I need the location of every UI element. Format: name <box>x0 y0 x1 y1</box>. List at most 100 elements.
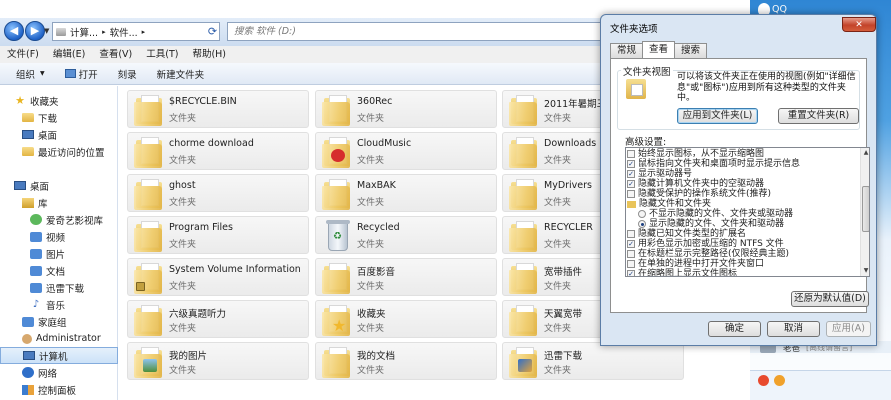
path-part[interactable]: ▸ <box>142 28 146 36</box>
nav-music[interactable]: ♪ 音乐 <box>0 296 118 313</box>
menu-file[interactable]: 文件(F) <box>0 46 46 63</box>
setting-row[interactable]: ✓ 鼠标指向文件夹和桌面项时显示提示信息 <box>627 159 800 169</box>
nav-recent-places[interactable]: 最近访问的位置 <box>0 143 118 160</box>
folder-icon <box>509 94 539 126</box>
search-input[interactable]: 搜索 软件 (D:) <box>227 22 602 41</box>
path-part[interactable]: 计算... <box>70 25 98 39</box>
file-tile[interactable]: Program Files 文件夹 <box>127 216 309 254</box>
qq-status-icon[interactable] <box>758 375 769 386</box>
file-tile[interactable]: 百度影音 文件夹 <box>315 258 497 296</box>
nav-desktop-favorite[interactable]: 桌面 <box>0 126 118 143</box>
setting-row[interactable]: 显示隐藏的文件、文件夹和驱动器 <box>638 219 784 229</box>
refresh-icon[interactable]: ⟳ <box>205 23 220 40</box>
address-field[interactable]: 计算... ▸ 软件... ▸ <box>52 22 220 41</box>
path-part[interactable]: 软件... <box>110 25 138 39</box>
advanced-settings-list[interactable]: 始终显示图标，从不显示缩略图 ✓ 鼠标指向文件夹和桌面项时显示提示信息 ✓ 显示… <box>625 147 870 277</box>
nav-iqiyi-library[interactable]: 爱奇艺影视库 <box>0 211 118 228</box>
file-tile[interactable]: CloudMusic 文件夹 <box>315 132 497 170</box>
scroll-up-icon[interactable]: ▲ <box>861 148 869 158</box>
setting-row[interactable]: ✓ 显示驱动器号 <box>627 169 692 179</box>
reset-folders-button[interactable]: 重置文件夹(R) <box>778 108 859 124</box>
nav-network[interactable]: 网络 <box>0 364 118 381</box>
file-tile[interactable]: 六级真题听力 文件夹 <box>127 300 309 338</box>
checkbox[interactable]: ✓ <box>627 170 635 178</box>
checkbox[interactable] <box>627 150 635 158</box>
folder-icon <box>509 136 539 168</box>
setting-row[interactable]: ✓ 在缩略图上显示文件图标 <box>627 269 737 276</box>
new-folder-button[interactable]: 新建文件夹 <box>147 67 215 81</box>
nav-libraries[interactable]: 库 <box>0 194 118 211</box>
setting-row[interactable]: ✓ 用彩色显示加密或压缩的 NTFS 文件 <box>627 239 784 249</box>
nav-homegroup[interactable]: 家庭组 <box>0 313 118 330</box>
tab-general[interactable]: 常规 <box>610 43 644 58</box>
nav-desktop[interactable]: 桌面 <box>0 177 118 194</box>
tab-search[interactable]: 搜索 <box>674 43 708 58</box>
nav-control-panel[interactable]: 控制面板 <box>0 381 118 398</box>
recent-pages-chevron-icon[interactable]: ▼ <box>44 27 49 35</box>
burn-button[interactable]: 刻录 <box>108 67 147 81</box>
ok-button[interactable]: 确定 <box>708 321 761 337</box>
close-button[interactable]: ✕ <box>842 17 876 32</box>
setting-row[interactable]: 在单独的进程中打开文件夹窗口 <box>627 259 764 269</box>
file-tile[interactable]: System Volume Information 文件夹 <box>127 258 309 296</box>
menu-view[interactable]: 查看(V) <box>92 46 139 63</box>
menu-edit[interactable]: 编辑(E) <box>46 46 92 63</box>
cancel-button[interactable]: 取消 <box>767 321 820 337</box>
forward-button[interactable]: ▶ <box>25 21 45 41</box>
setting-row[interactable]: 始终显示图标，从不显示缩略图 <box>627 149 764 159</box>
restore-defaults-button[interactable]: 还原为默认值(D) <box>791 291 869 307</box>
tab-view[interactable]: 查看 <box>642 41 676 58</box>
radio-button[interactable] <box>638 210 646 218</box>
setting-label: 隐藏文件和文件夹 <box>639 199 712 209</box>
file-tile[interactable]: MaxBAK 文件夹 <box>315 174 497 212</box>
file-tile[interactable]: chorme download 文件夹 <box>127 132 309 170</box>
setting-row[interactable]: 隐藏已知文件类型的扩展名 <box>627 229 746 239</box>
checkbox[interactable]: ✓ <box>627 240 635 248</box>
file-tile[interactable]: 迅雷下载 文件夹 <box>502 342 684 380</box>
file-tile[interactable]: ♻ Recycled 文件夹 <box>315 216 497 254</box>
setting-row[interactable]: 不显示隐藏的文件、文件夹或驱动器 <box>638 209 793 219</box>
nav-computer[interactable]: 计算机 <box>0 347 118 364</box>
checkbox[interactable]: ✓ <box>627 160 635 168</box>
checkbox[interactable] <box>627 230 635 238</box>
setting-row[interactable]: 隐藏受保护的操作系统文件(推荐) <box>627 189 771 199</box>
file-name: RECYCLER <box>544 222 593 233</box>
file-tile[interactable]: ★ 收藏夹 文件夹 <box>315 300 497 338</box>
vertical-scrollbar[interactable]: ▲ ▼ <box>860 148 869 276</box>
file-tile[interactable]: $RECYCLE.BIN 文件夹 <box>127 90 309 128</box>
recycle-bin-icon: ♻ <box>322 220 352 252</box>
checkbox[interactable] <box>627 190 635 198</box>
menu-help[interactable]: 帮助(H) <box>185 46 233 63</box>
folder-icon <box>509 178 539 210</box>
setting-label: 在单独的进程中打开文件夹窗口 <box>638 259 765 269</box>
apply-button[interactable]: 应用(A) <box>826 321 871 337</box>
file-tile[interactable]: 我的图片 文件夹 <box>127 342 309 380</box>
checkbox[interactable] <box>627 260 635 268</box>
nav-downloads[interactable]: 下载 <box>0 109 118 126</box>
checkbox[interactable] <box>627 250 635 258</box>
checkbox[interactable]: ✓ <box>627 270 635 276</box>
file-tile[interactable]: ghost 文件夹 <box>127 174 309 212</box>
checkbox[interactable]: ✓ <box>627 180 635 188</box>
setting-row[interactable]: ✓ 隐藏计算机文件夹中的空驱动器 <box>627 179 764 189</box>
scroll-down-icon[interactable]: ▼ <box>861 266 869 276</box>
nav-documents[interactable]: 文档 <box>0 262 118 279</box>
nav-label: 控制面板 <box>38 385 77 397</box>
menu-tools[interactable]: 工具(T) <box>139 46 185 63</box>
nav-thunder-downloads[interactable]: 迅雷下载 <box>0 279 118 296</box>
scroll-thumb[interactable] <box>862 186 869 232</box>
apply-to-folders-button[interactable]: 应用到文件夹(L) <box>677 108 758 124</box>
open-button[interactable]: 打开 <box>55 67 108 81</box>
nav-pictures[interactable]: 图片 <box>0 245 118 262</box>
nav-videos[interactable]: 视频 <box>0 228 118 245</box>
setting-row[interactable]: 在标题栏显示完整路径(仅限经典主题) <box>627 249 789 259</box>
recent-icon <box>22 147 34 156</box>
back-button[interactable]: ◀ <box>4 21 24 41</box>
file-tile[interactable]: 我的文档 文件夹 <box>315 342 497 380</box>
organize-button[interactable]: 组织 ▼ <box>6 67 55 81</box>
nav-administrator[interactable]: Administrator <box>0 330 118 347</box>
nav-favorites[interactable]: ★ 收藏夹 <box>0 92 118 109</box>
qq-app-icon[interactable] <box>774 375 785 386</box>
radio-button[interactable] <box>638 220 646 228</box>
file-tile[interactable]: 360Rec 文件夹 <box>315 90 497 128</box>
